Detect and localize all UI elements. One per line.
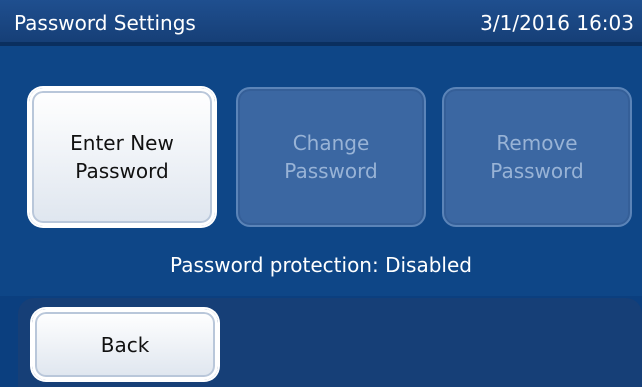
header-bar: Password Settings 3/1/2016 16:03 xyxy=(0,0,642,46)
change-password-button: Change Password xyxy=(236,87,426,227)
page-title: Password Settings xyxy=(14,11,196,35)
password-status-text: Password protection: Disabled xyxy=(170,253,472,277)
back-button[interactable]: Back xyxy=(32,309,218,380)
password-settings-screen: Password Settings 3/1/2016 16:03 Enter N… xyxy=(0,0,642,387)
date-time-display: 3/1/2016 16:03 xyxy=(480,11,634,35)
remove-password-button: Remove Password xyxy=(442,87,632,227)
enter-new-password-button[interactable]: Enter New Password xyxy=(29,88,215,226)
